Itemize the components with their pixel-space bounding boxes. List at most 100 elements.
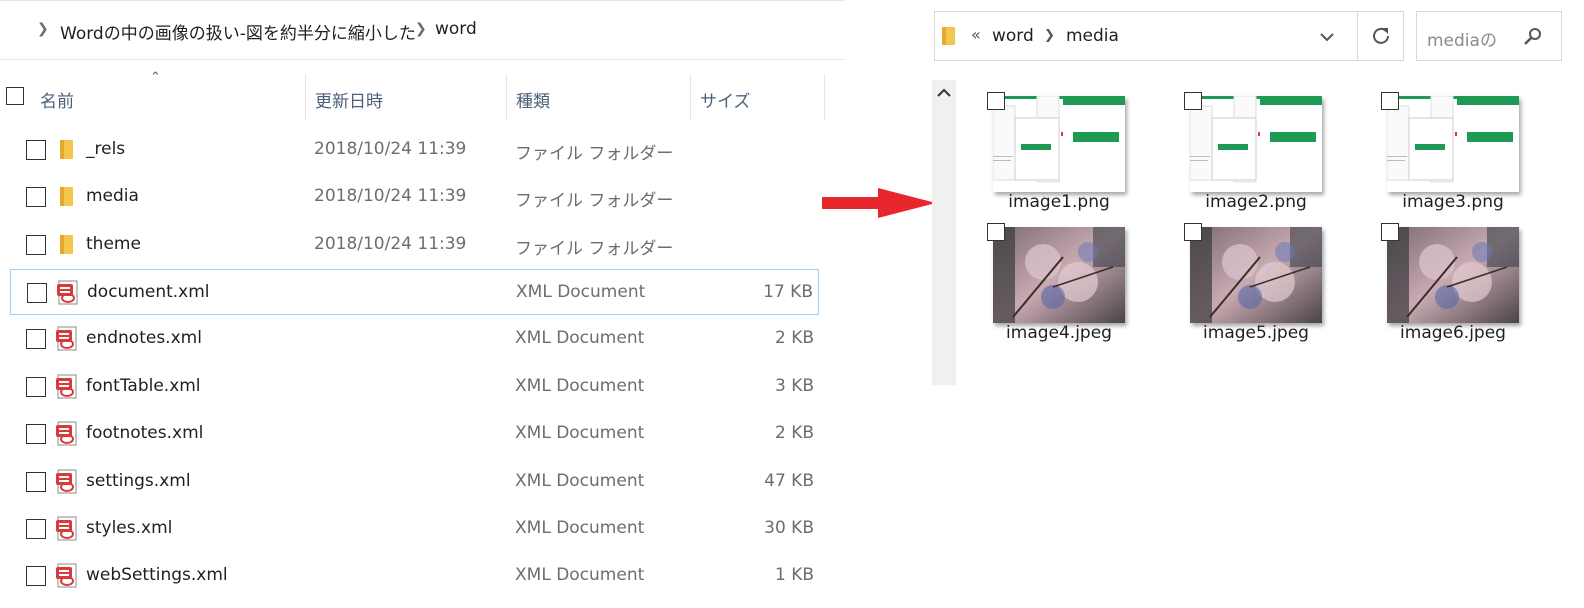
file-size: 47 KB (764, 470, 814, 491)
file-name: settings.xml (86, 470, 191, 491)
thumbnail-checkbox[interactable] (1381, 92, 1399, 110)
file-row[interactable]: settings.xml XML Document 47 KB (10, 459, 819, 505)
document-thumbnail (1387, 96, 1519, 192)
column-size[interactable]: サイズ (700, 87, 751, 112)
chevron-right-icon[interactable]: ❯ (415, 21, 427, 37)
thumbnail-checkbox[interactable] (1184, 92, 1202, 110)
row-checkbox[interactable] (27, 283, 47, 303)
address-overflow[interactable]: « (971, 25, 981, 44)
photo-thumbnail (1387, 227, 1519, 323)
xml-file-icon (57, 280, 79, 305)
file-name: media (86, 186, 139, 207)
file-row[interactable]: webSettings.xml XML Document 1 KB (10, 553, 819, 599)
row-checkbox[interactable] (26, 187, 46, 208)
file-name: fontTable.xml (86, 375, 201, 396)
file-row[interactable]: styles.xml XML Document 30 KB (10, 506, 819, 552)
column-date[interactable]: 更新日時 (315, 87, 383, 112)
thumbnail-label: image2.png (1205, 192, 1307, 212)
document-thumbnail (1190, 96, 1322, 192)
file-row[interactable]: theme 2018/10/24 11:39 ファイル フォルダー (10, 222, 819, 268)
column-name[interactable]: 名前 (40, 87, 74, 112)
row-checkbox[interactable] (26, 519, 46, 539)
thumbnail-checkbox[interactable] (1184, 223, 1202, 241)
address-segment-word[interactable]: word (992, 26, 1034, 46)
folder-icon (56, 232, 78, 256)
file-name: endnotes.xml (86, 328, 202, 349)
row-checkbox[interactable] (26, 471, 46, 492)
chevron-down-icon[interactable] (1319, 32, 1335, 42)
row-checkbox[interactable] (26, 139, 46, 160)
refresh-icon (1373, 27, 1389, 44)
address-bar[interactable]: « word ❯ media (934, 11, 1404, 61)
file-type: XML Document (515, 518, 645, 538)
xml-file-icon (56, 516, 78, 541)
thumbnail-checkbox[interactable] (987, 92, 1005, 110)
red-arrow-icon (822, 188, 936, 218)
file-row[interactable]: fontTable.xml XML Document 3 KB (10, 364, 819, 410)
row-checkbox[interactable] (26, 376, 46, 397)
file-size: 2 KB (774, 423, 814, 444)
column-divider[interactable] (506, 74, 507, 120)
thumbnail-label: image5.jpeg (1203, 323, 1309, 343)
refresh-button[interactable] (1357, 11, 1404, 61)
select-all-checkbox[interactable] (6, 87, 24, 105)
address-segment-media[interactable]: media (1066, 26, 1119, 46)
chevron-right-icon[interactable]: ❯ (37, 21, 49, 37)
xml-file-icon (56, 563, 78, 588)
thumbnail-checkbox[interactable] (987, 223, 1005, 241)
xml-file-icon (56, 469, 78, 494)
file-name: document.xml (87, 282, 210, 302)
file-type: ファイル フォルダー (515, 143, 674, 164)
file-row[interactable]: media 2018/10/24 11:39 ファイル フォルダー (10, 174, 819, 220)
file-row[interactable]: footnotes.xml XML Document 2 KB (10, 411, 819, 457)
search-box[interactable]: mediaの (1416, 11, 1562, 61)
row-checkbox[interactable] (26, 424, 46, 445)
breadcrumb-segment-current[interactable]: word (435, 19, 477, 39)
xml-file-icon (56, 421, 78, 446)
column-divider[interactable] (305, 74, 306, 120)
xml-file-icon (56, 374, 78, 399)
file-row[interactable]: document.xml XML Document 17 KB (10, 269, 819, 315)
file-type: ファイル フォルダー (515, 191, 674, 212)
file-size: 17 KB (763, 282, 813, 302)
file-date: 2018/10/24 11:39 (314, 186, 467, 207)
file-row[interactable]: _rels 2018/10/24 11:39 ファイル フォルダー (10, 127, 819, 173)
column-divider[interactable] (824, 74, 825, 120)
file-type: XML Document (516, 282, 646, 302)
search-icon[interactable] (1523, 27, 1543, 47)
column-type[interactable]: 種類 (516, 87, 550, 112)
folder-icon (942, 27, 955, 45)
file-type: XML Document (515, 470, 645, 491)
file-type: XML Document (515, 375, 645, 396)
file-size: 2 KB (774, 328, 814, 349)
file-size: 30 KB (764, 518, 814, 538)
file-row[interactable]: endnotes.xml XML Document 2 KB (10, 316, 819, 362)
scroll-up-icon[interactable] (936, 88, 952, 98)
thumbnail-label: image3.png (1402, 192, 1504, 212)
chevron-right-icon[interactable]: ❯ (1044, 28, 1055, 43)
row-checkbox[interactable] (26, 329, 46, 350)
folder-icon (56, 137, 78, 161)
sort-ascending-icon: ⌃ (150, 70, 161, 85)
breadcrumb-segment-parent[interactable]: Wordの中の画像の扱い-図を約半分に縮小した (60, 19, 416, 44)
file-type: XML Document (515, 328, 645, 349)
scrollbar[interactable] (932, 80, 956, 385)
file-type: XML Document (515, 565, 645, 586)
row-checkbox[interactable] (26, 566, 46, 587)
column-divider[interactable] (690, 74, 691, 120)
search-input[interactable]: mediaの (1427, 26, 1497, 51)
file-name: _rels (86, 138, 126, 159)
row-checkbox[interactable] (26, 234, 46, 255)
file-size: 3 KB (774, 375, 814, 396)
file-size: 1 KB (774, 565, 814, 586)
file-type: ファイル フォルダー (515, 238, 674, 259)
file-name: webSettings.xml (86, 565, 228, 586)
thumbnail-label: image6.jpeg (1400, 323, 1506, 343)
file-date: 2018/10/24 11:39 (314, 138, 467, 159)
breadcrumb: ❯ Wordの中の画像の扱い-図を約半分に縮小した ❯ word (0, 0, 845, 60)
file-type: XML Document (515, 423, 645, 444)
photo-thumbnail (1190, 227, 1322, 323)
xml-file-icon (56, 326, 78, 351)
thumbnail-checkbox[interactable] (1381, 223, 1399, 241)
file-name: theme (86, 233, 141, 254)
